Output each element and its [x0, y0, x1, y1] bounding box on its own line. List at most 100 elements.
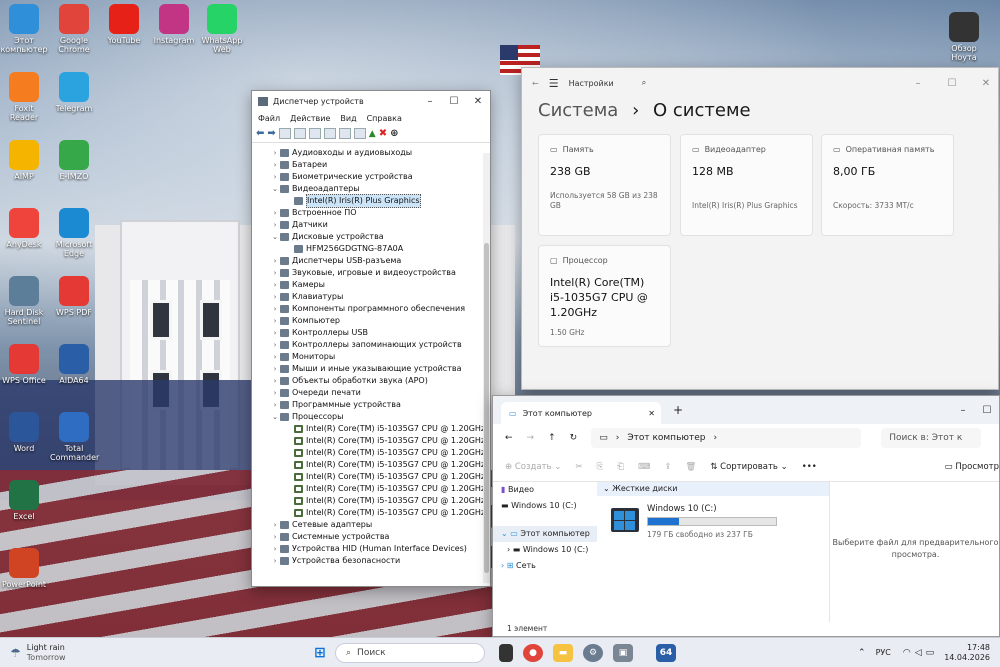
- memory-card[interactable]: ▭ Память 238 GB Используется 58 GB из 238…: [538, 134, 671, 236]
- expand-toggle-icon[interactable]: ⌄: [270, 183, 280, 195]
- chevron-up-icon[interactable]: ⌃: [858, 648, 866, 658]
- search-icon[interactable]: ⌕: [642, 78, 646, 88]
- desktop-icon[interactable]: Hard Disk Sentinel: [0, 276, 48, 326]
- tree-node[interactable]: › Контроллеры USB: [252, 327, 490, 339]
- tree-node[interactable]: Intel(R) Core(TM) i5-1035G7 CPU @ 1.20GH…: [252, 483, 490, 495]
- nav-item-windows[interactable]: ▬ Windows 10 (C:): [493, 498, 597, 514]
- tree-node[interactable]: › Системные устройства: [252, 531, 490, 543]
- share-icon[interactable]: ⇪: [664, 462, 671, 472]
- expand-toggle-icon[interactable]: ›: [270, 303, 280, 315]
- expand-toggle-icon[interactable]: ›: [270, 327, 280, 339]
- tree-node[interactable]: › Диспетчеры USB-разъема: [252, 255, 490, 267]
- menu-action[interactable]: Действие: [290, 114, 330, 123]
- language-indicator[interactable]: РУС: [876, 648, 891, 657]
- tree-node[interactable]: Intel(R) Core(TM) i5-1035G7 CPU @ 1.20GH…: [252, 459, 490, 471]
- monitor-icon[interactable]: [353, 128, 366, 139]
- drive-item[interactable]: Windows 10 (C:) 179 ГБ свободно из 237 Г…: [611, 504, 821, 544]
- preview-button[interactable]: ▭ Просмотр: [945, 462, 999, 472]
- tree-node[interactable]: › Встроенное ПО: [252, 207, 490, 219]
- help-icon[interactable]: [308, 128, 321, 139]
- expand-toggle-icon[interactable]: ›: [270, 207, 280, 219]
- tree-node[interactable]: Intel(R) Core(TM) i5-1035G7 CPU @ 1.20GH…: [252, 435, 490, 447]
- expand-toggle-icon[interactable]: ›: [270, 363, 280, 375]
- expand-toggle-icon[interactable]: ›: [270, 255, 280, 267]
- desktop-icon[interactable]: E-IMZO: [50, 140, 98, 181]
- tree-node[interactable]: › Мыши и иные указывающие устройства: [252, 363, 490, 375]
- maximize-button[interactable]: ☐: [975, 405, 999, 416]
- tree-node[interactable]: › Мониторы: [252, 351, 490, 363]
- desktop-icon[interactable]: AnyDesk: [0, 208, 48, 249]
- tree-node[interactable]: › Объекты обработки звука (APO): [252, 375, 490, 387]
- desktop-icon[interactable]: WPS PDF: [50, 276, 98, 317]
- expand-toggle-icon[interactable]: ⌄: [270, 411, 280, 423]
- address-bar[interactable]: ▭ › Этот компьютер ›: [591, 428, 862, 448]
- chrome-icon[interactable]: ●: [523, 643, 543, 662]
- desktop-icon[interactable]: Instagram: [150, 4, 198, 45]
- battery-icon[interactable]: ▭: [926, 648, 935, 658]
- tree-node[interactable]: › Компьютер: [252, 315, 490, 327]
- desktop-icon[interactable]: Total Commander: [50, 412, 99, 462]
- tree-node[interactable]: › Клавиатуры: [252, 291, 490, 303]
- nav-item-network[interactable]: › ⊞ Сеть: [493, 558, 597, 574]
- uninstall-icon[interactable]: ✖: [379, 128, 387, 139]
- scrollbar-thumb[interactable]: [484, 243, 489, 573]
- desktop-icon[interactable]: AIMP: [0, 140, 48, 181]
- minimize-button[interactable]: –: [951, 405, 975, 416]
- create-button[interactable]: ⊕ Создать ⌄: [505, 462, 561, 472]
- tree-node[interactable]: › Очереди печати: [252, 387, 490, 399]
- back-arrow-icon[interactable]: ⬅: [256, 128, 264, 139]
- properties-icon[interactable]: [278, 128, 291, 139]
- sort-button[interactable]: ⇅ Сортировать ⌄: [710, 462, 787, 472]
- tree-node[interactable]: › Датчики: [252, 219, 490, 231]
- minimize-button[interactable]: –: [906, 78, 930, 89]
- cut-icon[interactable]: ✂: [575, 462, 582, 472]
- expand-toggle-icon[interactable]: ›: [270, 147, 280, 159]
- tree-node[interactable]: › Аудиовходы и аудиовыходы: [252, 147, 490, 159]
- tree-node[interactable]: Intel(R) Core(TM) i5-1035G7 CPU @ 1.20GH…: [252, 423, 490, 435]
- expand-toggle-icon[interactable]: ›: [270, 399, 280, 411]
- tree-node[interactable]: › Батареи: [252, 159, 490, 171]
- tree-node[interactable]: Intel(R) Iris(R) Plus Graphics: [252, 194, 490, 208]
- tree-node[interactable]: Intel(R) Core(TM) i5-1035G7 CPU @ 1.20GH…: [252, 495, 490, 507]
- desktop-icon[interactable]: WhatsApp Web: [198, 4, 246, 54]
- expand-toggle-icon[interactable]: ›: [270, 291, 280, 303]
- expand-toggle-icon[interactable]: ›: [270, 387, 280, 399]
- desktop-icon[interactable]: PowerPoint: [0, 548, 48, 589]
- rename-icon[interactable]: ⌨: [638, 462, 650, 472]
- more-button[interactable]: •••: [802, 462, 817, 472]
- close-tab-icon[interactable]: ✕: [648, 409, 655, 418]
- ram-card[interactable]: ▭ Оперативная память 8,00 ГБ Скорость: 37…: [821, 134, 954, 236]
- tree-node[interactable]: HFM256GDGTNG-87A0A: [252, 243, 490, 255]
- expand-toggle-icon[interactable]: ›: [270, 351, 280, 363]
- desktop-icon[interactable]: Этот компьютер: [0, 4, 48, 54]
- tree-node[interactable]: › Устройства безопасности: [252, 555, 490, 567]
- menu-help[interactable]: Справка: [367, 114, 402, 123]
- expand-toggle-icon[interactable]: ›: [270, 531, 280, 543]
- hamburger-menu-icon[interactable]: ☰: [549, 77, 559, 90]
- clock[interactable]: 17:48 14.04.2026: [944, 643, 990, 663]
- forward-arrow-icon[interactable]: →: [527, 433, 535, 443]
- tree-node[interactable]: ⌄ Дисковые устройства: [252, 231, 490, 243]
- expand-toggle-icon[interactable]: ›: [270, 375, 280, 387]
- update-driver-icon[interactable]: ▲: [369, 129, 376, 139]
- expand-toggle-icon[interactable]: ›: [270, 171, 280, 183]
- menu-file[interactable]: Файл: [258, 114, 280, 123]
- title-bar[interactable]: ← ☰ Настройки ⌕ – ☐ ✕: [522, 68, 998, 98]
- tree-node[interactable]: › Звуковые, игровые и видеоустройства: [252, 267, 490, 279]
- desktop-icon[interactable]: Microsoft Edge: [50, 208, 98, 258]
- maximize-button[interactable]: ☐: [940, 78, 964, 89]
- tree-node[interactable]: › Сетевые адаптеры: [252, 519, 490, 531]
- expand-toggle-icon[interactable]: ›: [270, 519, 280, 531]
- paste-icon[interactable]: ⎗: [617, 462, 624, 472]
- cpu-card[interactable]: ▢ Процессор Intel(R) Core(TM) i5-1035G7 C…: [538, 245, 671, 347]
- up-arrow-icon[interactable]: ↑: [548, 433, 556, 443]
- search-input[interactable]: Поиск в: Этот к: [881, 428, 982, 448]
- close-button[interactable]: ✕: [974, 78, 998, 89]
- maximize-button[interactable]: ☐: [442, 96, 466, 107]
- settings-icon[interactable]: ⚙: [583, 643, 603, 662]
- expand-toggle-icon[interactable]: ›: [270, 543, 280, 555]
- desktop-icon[interactable]: Word: [0, 412, 48, 453]
- device-manager-icon[interactable]: ▣: [613, 643, 633, 662]
- refresh-icon[interactable]: ↻: [570, 433, 578, 443]
- wifi-icon[interactable]: ◠: [903, 648, 911, 658]
